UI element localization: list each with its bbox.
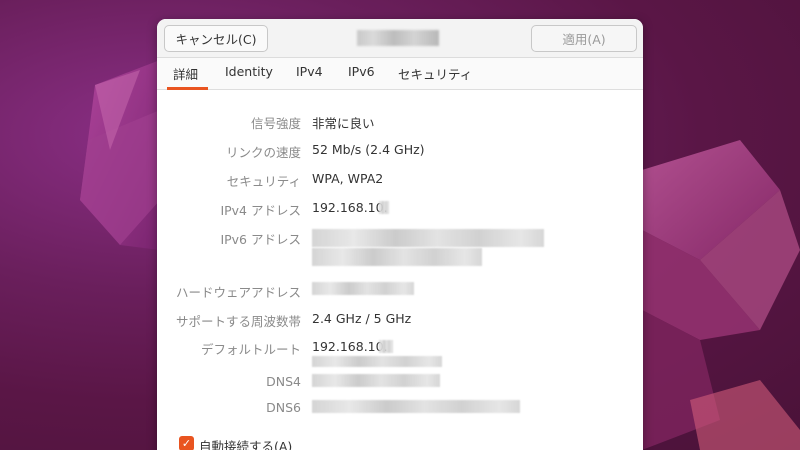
ipv6-redacted-2 — [312, 248, 482, 266]
tab-bar: 詳細 Identity IPv4 IPv6 セキュリティ — [157, 58, 643, 90]
cancel-button[interactable]: キャンセル(C) — [164, 25, 268, 52]
tab-security[interactable]: セキュリティ — [398, 64, 472, 90]
dns4-redacted — [312, 374, 440, 387]
hw-address-redacted — [312, 282, 414, 295]
default-route-redacted-2 — [312, 356, 442, 367]
ipv4-label: IPv4 アドレス — [220, 203, 301, 218]
dns6-row: DNS6 — [157, 400, 643, 416]
security-label: セキュリティ — [226, 174, 301, 189]
dns4-row: DNS4 — [157, 374, 643, 390]
dns6-redacted — [312, 400, 520, 413]
tab-ipv6[interactable]: IPv6 — [348, 64, 375, 90]
ipv4-value: 192.168.10. — [312, 200, 388, 215]
link-speed-label: リンクの速度 — [225, 145, 301, 160]
link-speed-row: リンクの速度 52 Mb/s (2.4 GHz) — [157, 142, 643, 160]
ipv6-redacted-1 — [312, 229, 544, 247]
dns4-label: DNS4 — [266, 374, 301, 389]
default-route-label: デフォルトルート — [200, 342, 301, 357]
ipv6-label: IPv6 アドレス — [220, 232, 301, 247]
tab-ipv4[interactable]: IPv4 — [296, 64, 323, 90]
dns6-label: DNS6 — [266, 400, 301, 415]
hw-address-row: ハードウェアアドレス — [157, 282, 643, 300]
apply-button[interactable]: 適用(A) — [531, 25, 637, 52]
auto-connect-checkbox[interactable]: ✓ — [179, 436, 194, 450]
tab-details[interactable]: 詳細 — [167, 64, 208, 90]
hw-address-label: ハードウェアアドレス — [175, 285, 301, 300]
ipv6-row: IPv6 アドレス — [157, 229, 643, 279]
default-route-value: 192.168.10. — [312, 339, 388, 354]
dialog-title-redacted — [357, 30, 439, 46]
default-route-redacted-1 — [379, 340, 393, 353]
bands-row: サポートする周波数帯 2.4 GHz / 5 GHz — [157, 311, 643, 329]
auto-connect-label[interactable]: 自動接続する(A) — [199, 436, 292, 450]
signal-strength-row: 信号強度 非常に良い — [157, 113, 643, 131]
default-route-row: デフォルトルート 192.168.10. — [157, 339, 643, 369]
tab-identity[interactable]: Identity — [225, 64, 273, 90]
security-value: WPA, WPA2 — [312, 171, 384, 186]
network-details-dialog: キャンセル(C) 適用(A) 詳細 Identity IPv4 IPv6 セキュ… — [157, 19, 643, 450]
dialog-header: キャンセル(C) 適用(A) — [157, 19, 643, 58]
bands-label: サポートする周波数帯 — [175, 314, 301, 329]
signal-strength-value: 非常に良い — [312, 116, 375, 131]
ipv4-redacted — [379, 201, 389, 214]
bands-value: 2.4 GHz / 5 GHz — [312, 311, 412, 326]
link-speed-value: 52 Mb/s (2.4 GHz) — [312, 142, 425, 157]
security-row: セキュリティ WPA, WPA2 — [157, 171, 643, 189]
ipv4-row: IPv4 アドレス 192.168.10. — [157, 200, 643, 218]
signal-strength-label: 信号強度 — [250, 116, 301, 131]
